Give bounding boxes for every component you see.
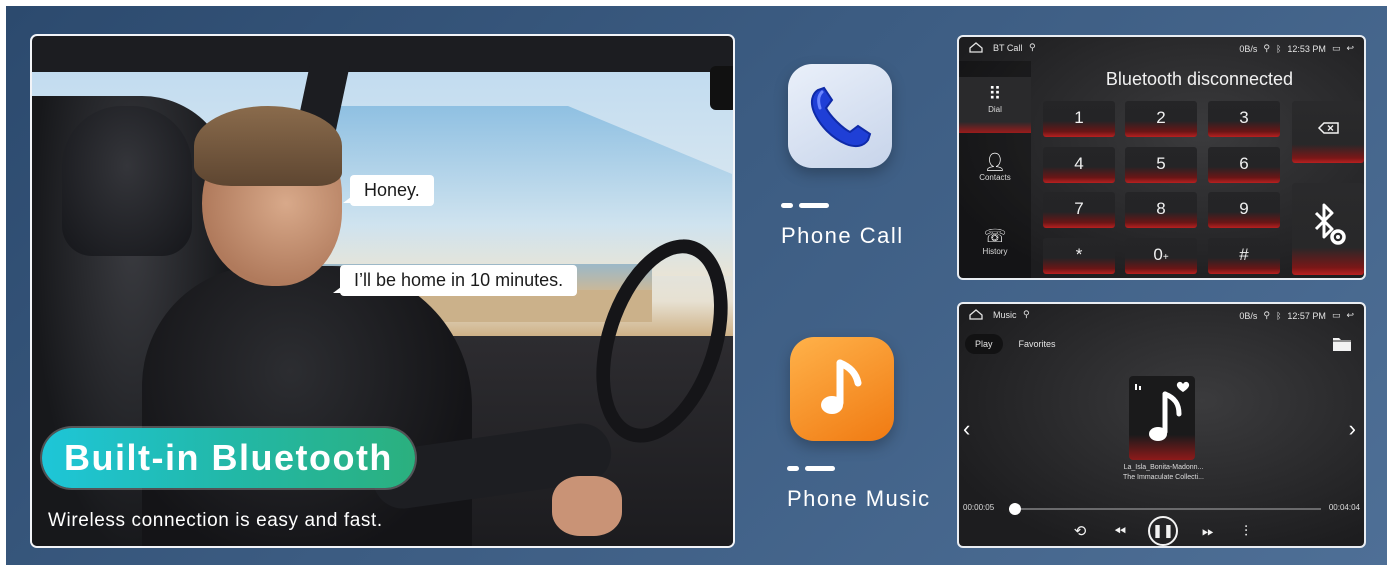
status-right: 0B/s ⚲ ᛒ 12:53 PM ▭ ↩ — [1239, 43, 1354, 54]
nav-history[interactable]: ☏ History — [959, 225, 1031, 269]
back-icon[interactable]: ↩ — [1346, 310, 1354, 321]
music-tabs: Play Favorites — [965, 334, 1066, 354]
nav-dial-label: Dial — [988, 105, 1002, 114]
nav-contacts-label: Contacts — [979, 173, 1011, 182]
progress-bar[interactable] — [1009, 503, 1321, 515]
photo-mirror — [710, 66, 733, 110]
key-star[interactable]: * — [1043, 238, 1115, 274]
status-bar: BT Call ⚲ 0B/s ⚲ ᛒ 12:53 PM ▭ ↩ — [959, 37, 1364, 59]
progress-thumb[interactable] — [1009, 503, 1022, 515]
status-bar: Music ⚲ 0B/s ⚲ ᛒ 12:57 PM ▭ ↩ — [959, 304, 1364, 326]
app-title: Music — [993, 310, 1017, 320]
headline-badge: Built-in Bluetooth — [42, 428, 415, 488]
back-icon[interactable]: ↩ — [1346, 43, 1354, 54]
location-icon: ⚲ — [1263, 310, 1270, 320]
home-icon[interactable] — [969, 42, 983, 53]
net-speed: 0B/s — [1239, 43, 1258, 54]
tab-play[interactable]: Play — [965, 334, 1003, 354]
tagline: Wireless connection is easy and fast. — [48, 510, 383, 531]
bluetooth-status-icon: ᛒ — [1276, 310, 1282, 321]
app-title: BT Call — [993, 43, 1023, 53]
phone-call-dash-long — [799, 203, 829, 208]
recent-apps-icon[interactable]: ▭ — [1332, 43, 1341, 54]
nav-contacts[interactable]: 👤︎ Contacts — [959, 151, 1031, 195]
album-name: The Immaculate Collecti... — [1123, 474, 1204, 481]
key-7[interactable]: 7 — [1043, 192, 1115, 228]
key-hash[interactable]: # — [1208, 238, 1280, 274]
phone-call-label: Phone Call — [781, 223, 904, 248]
bluetooth-status-icon: ᛒ — [1276, 43, 1282, 54]
favorite-icon — [1176, 381, 1190, 392]
dialpad-icon: ⠿ — [988, 84, 1002, 104]
pause-icon[interactable]: ❚❚ — [1148, 516, 1178, 546]
location-icon: ⚲ — [1263, 43, 1270, 53]
net-speed: 0B/s — [1239, 310, 1258, 321]
key-5[interactable]: 5 — [1125, 147, 1197, 183]
music-note-icon — [1135, 381, 1190, 441]
music-screen: Music ⚲ 0B/s ⚲ ᛒ 12:57 PM ▭ ↩ Play Favor… — [957, 302, 1366, 548]
key-6[interactable]: 6 — [1208, 147, 1280, 183]
key-8[interactable]: 8 — [1125, 192, 1197, 228]
photo-driver-hand — [552, 476, 622, 536]
key-9[interactable]: 9 — [1208, 192, 1280, 228]
home-icon[interactable] — [969, 309, 983, 320]
key-1[interactable]: 1 — [1043, 101, 1115, 137]
album-cover — [1129, 376, 1195, 460]
key-0-plus: + — [1162, 252, 1169, 263]
tab-favorites[interactable]: Favorites — [1009, 334, 1066, 354]
folder-icon[interactable] — [1332, 335, 1352, 352]
phone-app-icon — [788, 64, 892, 168]
phone-music-dash-long — [805, 466, 835, 471]
key-2[interactable]: 2 — [1125, 101, 1197, 137]
key-0[interactable]: 0+ — [1125, 238, 1197, 274]
nav-dial[interactable]: ⠿ Dial — [959, 77, 1031, 133]
clock: 12:53 PM — [1287, 43, 1326, 54]
photo-roof — [32, 36, 733, 72]
clock: 12:57 PM — [1287, 310, 1326, 321]
phone-call-dash-short — [781, 203, 793, 208]
total-time: 00:04:04 — [1328, 503, 1360, 512]
photo-headrest — [62, 106, 192, 256]
next-page-icon[interactable]: › — [1349, 416, 1356, 442]
phone-music-dash-short — [787, 466, 799, 471]
recent-apps-icon[interactable]: ▭ — [1332, 310, 1341, 321]
nav-history-label: History — [982, 247, 1008, 256]
bluetooth-status-text: Bluetooth disconnected — [1105, 69, 1294, 89]
equalizer-icon[interactable]: ⫶ — [1233, 518, 1259, 546]
call-history-icon: ☏ — [983, 226, 1007, 246]
key-4[interactable]: 4 — [1043, 147, 1115, 183]
previous-icon[interactable]: ⏪︎ — [1107, 518, 1133, 546]
key-0-digit: 0 — [1153, 245, 1163, 264]
usb-icon: ⚲ — [1029, 42, 1036, 52]
bluetooth-settings-button[interactable] — [1292, 183, 1364, 275]
music-app-icon — [790, 337, 894, 441]
elapsed-time: 00:00:05 — [963, 503, 995, 512]
driver-photo: Honey. I’ll be home in 10 minutes. Built… — [30, 34, 735, 548]
next-icon[interactable]: ⏩︎ — [1195, 518, 1221, 546]
track-title: La_Isla_Bonita-Madonn... — [1123, 464, 1204, 471]
bluetooth-settings-icon — [1314, 203, 1346, 245]
call-side-nav: ⠿ Dial 👤︎ Contacts ☏ History — [959, 61, 1031, 278]
status-right: 0B/s ⚲ ᛒ 12:57 PM ▭ ↩ — [1239, 310, 1354, 321]
key-3[interactable]: 3 — [1208, 101, 1280, 137]
previous-page-icon[interactable]: ‹ — [963, 416, 970, 442]
contacts-icon: 👤︎ — [983, 152, 1007, 172]
photo-driver-hair — [194, 106, 342, 186]
speech-bubble-honey: Honey. — [343, 175, 434, 206]
usb-icon: ⚲ — [1023, 309, 1030, 319]
repeat-icon[interactable]: ⟲ — [1067, 518, 1093, 546]
phone-music-label: Phone Music — [787, 486, 931, 511]
backspace-button[interactable] — [1292, 101, 1364, 163]
speech-bubble-home: I’ll be home in 10 minutes. — [332, 265, 578, 296]
backspace-icon — [1317, 122, 1339, 134]
bt-call-screen: BT Call ⚲ 0B/s ⚲ ᛒ 12:53 PM ▭ ↩ ⠿ Dial 👤… — [957, 35, 1366, 280]
